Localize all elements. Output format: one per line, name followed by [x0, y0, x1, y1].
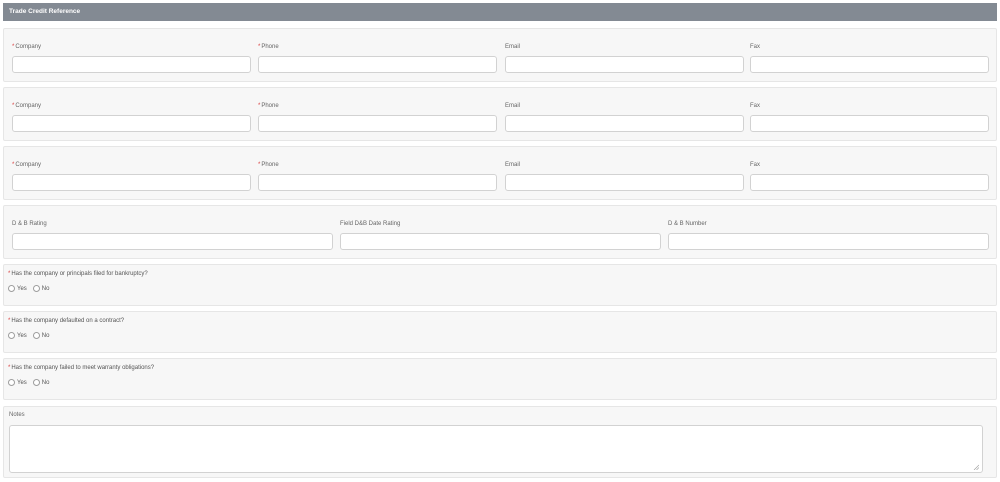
no-option[interactable]: No — [32, 285, 49, 292]
radio-no[interactable] — [32, 285, 40, 292]
no-option[interactable]: No — [32, 379, 49, 386]
phone-field: *Phone — [258, 44, 497, 73]
email-input[interactable] — [505, 56, 744, 73]
radio-group: Yes No — [8, 332, 55, 339]
company-field: *Company — [12, 162, 251, 191]
yes-option[interactable]: Yes — [8, 332, 27, 339]
radio-yes[interactable] — [8, 332, 15, 339]
radio-no[interactable] — [32, 379, 40, 386]
company-field: *Company — [12, 44, 251, 73]
email-label: Email — [505, 44, 521, 50]
radio-yes[interactable] — [8, 379, 15, 386]
company-input[interactable] — [12, 56, 251, 73]
trade-reference-2: *Company *Phone Email Fax — [3, 87, 997, 141]
fax-label: Fax — [750, 103, 761, 109]
radio-no[interactable] — [32, 332, 40, 339]
phone-field: *Phone — [258, 162, 497, 191]
email-field: Email — [505, 44, 744, 73]
email-field: Email — [505, 103, 744, 132]
phone-input[interactable] — [258, 174, 497, 191]
phone-input[interactable] — [258, 115, 497, 132]
dnb-date-label: Field D&B Date Rating — [340, 221, 401, 227]
company-field: *Company — [12, 103, 251, 132]
dnb-rating-input[interactable] — [12, 233, 333, 250]
phone-label: *Phone — [258, 103, 279, 109]
phone-label: *Phone — [258, 44, 279, 50]
question-label: *Has the company failed to meet warranty… — [8, 365, 155, 371]
section-header: Trade Credit Reference — [3, 3, 997, 21]
trade-reference-1: *Company *Phone Email Fax — [3, 28, 997, 82]
phone-label: *Phone — [258, 162, 279, 168]
dnb-rating-label: D & B Rating — [12, 221, 47, 227]
dnb-section: D & B Rating Field D&B Date Rating D & B… — [3, 205, 997, 259]
yes-option[interactable]: Yes — [8, 379, 27, 386]
fax-field: Fax — [750, 162, 989, 191]
fax-field: Fax — [750, 44, 989, 73]
email-label: Email — [505, 162, 521, 168]
company-label: *Company — [12, 44, 42, 50]
warranty-question: *Has the company failed to meet warranty… — [3, 358, 997, 400]
email-input[interactable] — [505, 115, 744, 132]
fax-input[interactable] — [750, 115, 989, 132]
dnb-number-label: D & B Number — [668, 221, 707, 227]
radio-yes[interactable] — [8, 285, 15, 292]
yes-option[interactable]: Yes — [8, 285, 27, 292]
dnb-rating-field: D & B Rating — [12, 221, 333, 250]
question-label: *Has the company or principals filed for… — [8, 271, 148, 277]
phone-field: *Phone — [258, 103, 497, 132]
dnb-number-input[interactable] — [668, 233, 989, 250]
dnb-date-input[interactable] — [340, 233, 661, 250]
bankruptcy-question: *Has the company or principals filed for… — [3, 264, 997, 306]
dnb-date-field: Field D&B Date Rating — [340, 221, 661, 250]
fax-input[interactable] — [750, 174, 989, 191]
resize-handle-icon[interactable] — [973, 464, 979, 470]
fax-label: Fax — [750, 44, 761, 50]
company-label: *Company — [12, 103, 42, 109]
company-label: *Company — [12, 162, 42, 168]
email-field: Email — [505, 162, 744, 191]
default-question: *Has the company defaulted on a contract… — [3, 311, 997, 353]
notes-section: Notes — [3, 406, 997, 478]
email-input[interactable] — [505, 174, 744, 191]
question-label: *Has the company defaulted on a contract… — [8, 318, 125, 324]
company-input[interactable] — [12, 174, 251, 191]
fax-field: Fax — [750, 103, 989, 132]
fax-input[interactable] — [750, 56, 989, 73]
notes-label: Notes — [9, 412, 25, 418]
radio-group: Yes No — [8, 285, 55, 292]
section-title: Trade Credit Reference — [9, 8, 81, 15]
trade-reference-3: *Company *Phone Email Fax — [3, 146, 997, 200]
company-input[interactable] — [12, 115, 251, 132]
phone-input[interactable] — [258, 56, 497, 73]
dnb-number-field: D & B Number — [668, 221, 989, 250]
radio-group: Yes No — [8, 379, 55, 386]
notes-textarea[interactable] — [9, 425, 983, 473]
fax-label: Fax — [750, 162, 761, 168]
no-option[interactable]: No — [32, 332, 49, 339]
email-label: Email — [505, 103, 521, 109]
